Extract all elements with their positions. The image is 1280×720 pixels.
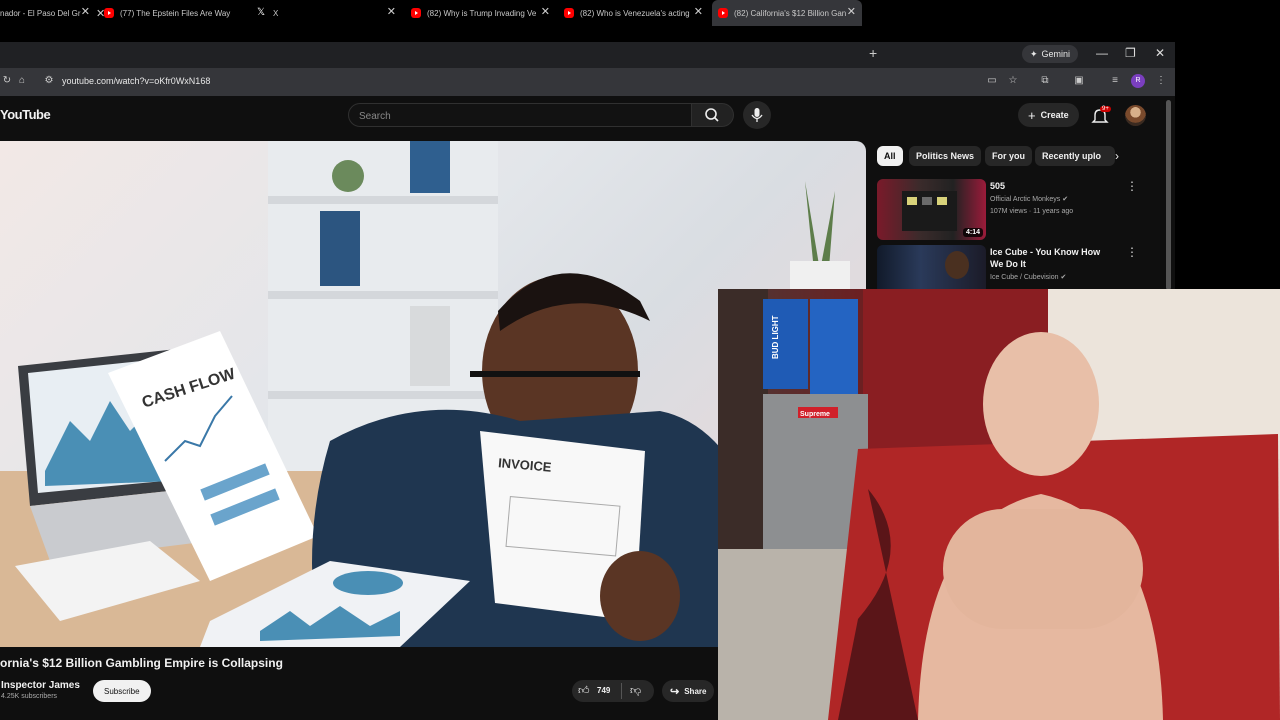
browser-tab[interactable]: (82) Why is Trump Invading Ve ✕ xyxy=(411,0,556,26)
scrollbar[interactable] xyxy=(1166,100,1171,290)
tab-title: nador - El Paso Del Gr xyxy=(0,8,81,18)
more-options-icon[interactable]: ⋮ xyxy=(1126,245,1138,259)
tab-title: (82) Why is Trump Invading Ve xyxy=(427,8,537,18)
browser-tab-strip xyxy=(0,42,1175,68)
close-tab-icon[interactable]: ✕ xyxy=(96,0,108,26)
video-title: ornia's $12 Billion Gambling Empire is C… xyxy=(0,656,283,670)
voice-search-button[interactable] xyxy=(743,101,771,129)
recommendation-title[interactable]: Ice Cube - You Know How We Do It xyxy=(990,246,1115,270)
profile-avatar[interactable]: R xyxy=(1131,74,1145,88)
home-icon[interactable]: ⌂ xyxy=(15,74,29,88)
chip-all[interactable]: All xyxy=(877,146,903,166)
recommendation-channel[interactable]: Official Arctic Monkeys ✔ xyxy=(990,194,1068,205)
search-button[interactable] xyxy=(692,103,734,127)
gemini-button[interactable]: ✦ Gemini xyxy=(1022,45,1079,63)
youtube-icon xyxy=(718,8,728,18)
recommendation-title[interactable]: 505 xyxy=(990,180,1115,192)
channel-label: Ice Cube / Cubevision xyxy=(990,274,1059,281)
search-icon xyxy=(705,108,719,122)
dislike-icon[interactable]: 👎︎ xyxy=(630,684,641,697)
subscribe-button[interactable]: Subscribe xyxy=(93,680,151,702)
tab-title: (77) The Epstein Files Are Way xyxy=(120,8,231,18)
plus-icon: + xyxy=(1028,107,1036,123)
close-tab-icon[interactable]: ✕ xyxy=(694,7,703,18)
tab-title: (82) Who is Venezuela's acting xyxy=(580,8,690,18)
microphone-icon xyxy=(751,108,763,122)
share-icon: ↪ xyxy=(670,685,680,698)
browser-tab[interactable]: (82) Who is Venezuela's acting ✕ xyxy=(564,0,709,26)
divider xyxy=(621,683,622,699)
x-icon: 𝕏 xyxy=(257,7,266,18)
like-icon[interactable]: 👍︎ xyxy=(578,684,590,697)
browser-tab[interactable]: nador - El Paso Del Gr ✕ xyxy=(0,0,96,26)
chevron-right-icon[interactable]: › xyxy=(1115,149,1119,163)
recommendation-channel[interactable]: Ice Cube / Cubevision ✔ xyxy=(990,272,1066,283)
extensions-icon[interactable]: ⧉ xyxy=(1038,74,1052,88)
subscriber-count: 4.25K subscribers xyxy=(1,693,58,700)
browser-menu-icon[interactable]: ⋮ xyxy=(1154,74,1168,88)
tab-title: X xyxy=(273,8,279,18)
tab-title: (82) California's $12 Billion Gan xyxy=(734,8,847,18)
account-avatar[interactable] xyxy=(1125,105,1146,126)
chip-politics-news[interactable]: Politics News xyxy=(909,146,982,166)
search-box xyxy=(348,103,692,128)
webcam-overlay: BUD LIGHT Supreme xyxy=(718,289,1280,720)
gemini-label: Gemini xyxy=(1041,49,1071,59)
close-tab-icon[interactable]: ✕ xyxy=(847,7,856,18)
search-input[interactable] xyxy=(357,104,681,128)
chip-for-you[interactable]: For you xyxy=(985,146,1032,166)
reload-icon[interactable]: ↻ xyxy=(0,74,14,88)
create-label: Create xyxy=(1040,110,1069,120)
chip-recently-uploaded[interactable]: Recently uplo xyxy=(1035,146,1115,166)
close-tab-icon[interactable]: ✕ xyxy=(541,7,550,18)
verified-icon: ✔ xyxy=(1062,196,1069,203)
more-options-icon[interactable]: ⋮ xyxy=(1126,179,1138,193)
youtube-logo[interactable]: YouTube xyxy=(0,107,51,122)
install-icon[interactable]: ▭ xyxy=(985,74,999,88)
maximize-icon[interactable]: ❐ xyxy=(1125,46,1136,60)
channel-label: Official Arctic Monkeys xyxy=(990,196,1061,203)
minimize-icon[interactable]: — xyxy=(1096,46,1108,60)
video-duration: 4:14 xyxy=(962,228,983,237)
site-info-icon[interactable]: ⚙ xyxy=(42,74,56,88)
recommendation-thumbnail[interactable]: 4:14 xyxy=(877,179,986,240)
channel-name[interactable]: Inspector James xyxy=(1,680,80,691)
close-tab-icon[interactable]: ✕ xyxy=(81,7,90,18)
bookmark-star-icon[interactable]: ☆ xyxy=(1006,74,1020,88)
logo-text: YouTube xyxy=(0,107,51,122)
reading-list-icon[interactable]: ≡ xyxy=(1108,74,1122,88)
youtube-icon xyxy=(411,8,421,18)
split-view-icon[interactable]: ▣ xyxy=(1072,74,1086,88)
close-tab-icon[interactable]: ✕ xyxy=(387,7,396,18)
browser-tab[interactable]: 𝕏 X ✕ xyxy=(257,0,402,26)
create-button[interactable]: + Create xyxy=(1018,103,1079,127)
notification-badge: 9+ xyxy=(1100,106,1111,112)
webcam-image: BUD LIGHT Supreme xyxy=(718,289,1280,720)
sparkle-icon: ✦ xyxy=(1030,48,1038,59)
recommendation-meta: 107M views · 11 years ago xyxy=(990,208,1074,215)
new-tab-button[interactable]: + xyxy=(869,45,877,61)
like-count[interactable]: 749 xyxy=(597,686,610,695)
url-field[interactable]: youtube.com/watch?v=oKfr0WxN168 xyxy=(62,76,210,86)
youtube-icon xyxy=(564,8,574,18)
share-button[interactable]: ↪ Share xyxy=(662,680,715,702)
browser-tab-active[interactable]: (82) California's $12 Billion Gan ✕ xyxy=(712,0,862,26)
verified-icon: ✔ xyxy=(1060,274,1067,281)
close-window-icon[interactable]: ✕ xyxy=(1155,46,1165,60)
share-label: Share xyxy=(684,686,707,696)
box-label: BUD LIGHT xyxy=(771,315,780,359)
sticker-label: Supreme xyxy=(800,411,830,418)
